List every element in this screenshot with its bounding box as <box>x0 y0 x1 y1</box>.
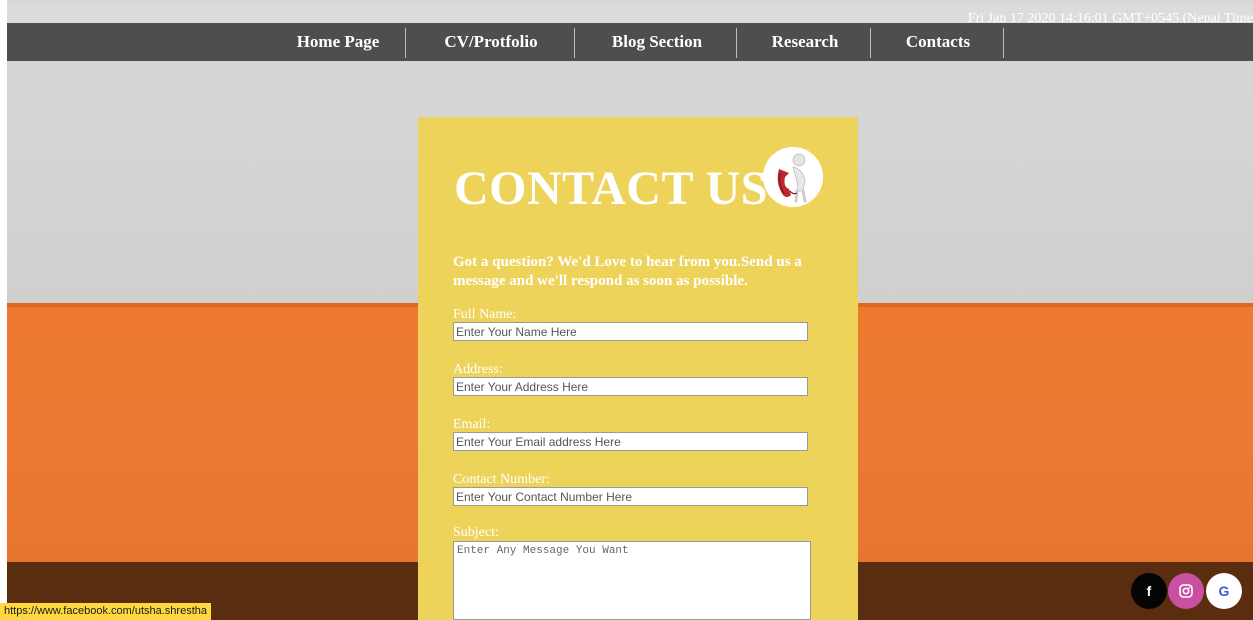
nav-separator <box>870 28 871 58</box>
nav-research[interactable]: Research <box>741 23 869 61</box>
contact-card: CONTACT US Got a question? We'd Love to … <box>418 117 858 620</box>
page: Fri Jan 17 2020 14:16:01 GMT+0545 (Nepal… <box>7 0 1253 620</box>
subject-label: Subject: <box>453 525 499 540</box>
contact-number-input[interactable] <box>453 487 808 506</box>
phone-person-icon <box>763 147 823 207</box>
email-input[interactable] <box>453 432 808 451</box>
nav-home-page[interactable]: Home Page <box>275 23 401 61</box>
contact-intro-text: Got a question? We'd Love to hear from y… <box>453 254 802 289</box>
address-label: Address: <box>453 362 503 377</box>
email-label: Email: <box>453 417 491 432</box>
message-textarea[interactable] <box>453 541 811 620</box>
nav-contacts[interactable]: Contacts <box>875 23 1001 61</box>
instagram-icon <box>1179 584 1193 598</box>
full-name-label: Full Name: <box>453 307 517 322</box>
contact-title: CONTACT US <box>454 162 768 215</box>
nav-blog-section[interactable]: Blog Section <box>579 23 735 61</box>
full-name-input[interactable] <box>453 322 808 341</box>
nav-separator <box>1003 28 1004 58</box>
status-bar-url: https://www.facebook.com/utsha.shrestha <box>0 603 211 620</box>
nav-separator <box>405 28 406 58</box>
clock-strip: Fri Jan 17 2020 14:16:01 GMT+0545 (Nepal… <box>7 5 1253 26</box>
instagram-button[interactable] <box>1168 573 1204 609</box>
address-input[interactable] <box>453 377 808 396</box>
google-icon: G <box>1218 583 1230 599</box>
nav-separator <box>736 28 737 58</box>
nav-cv-portfolio[interactable]: CV/Protfolio <box>409 23 573 61</box>
facebook-button[interactable]: f <box>1131 573 1167 609</box>
facebook-icon: f <box>1146 583 1152 599</box>
top-navbar: Home Page CV/Protfolio Blog Section Rese… <box>7 23 1253 61</box>
contact-number-label: Contact Number: <box>453 472 550 487</box>
google-button[interactable]: G <box>1206 573 1242 609</box>
nav-separator <box>574 28 575 58</box>
